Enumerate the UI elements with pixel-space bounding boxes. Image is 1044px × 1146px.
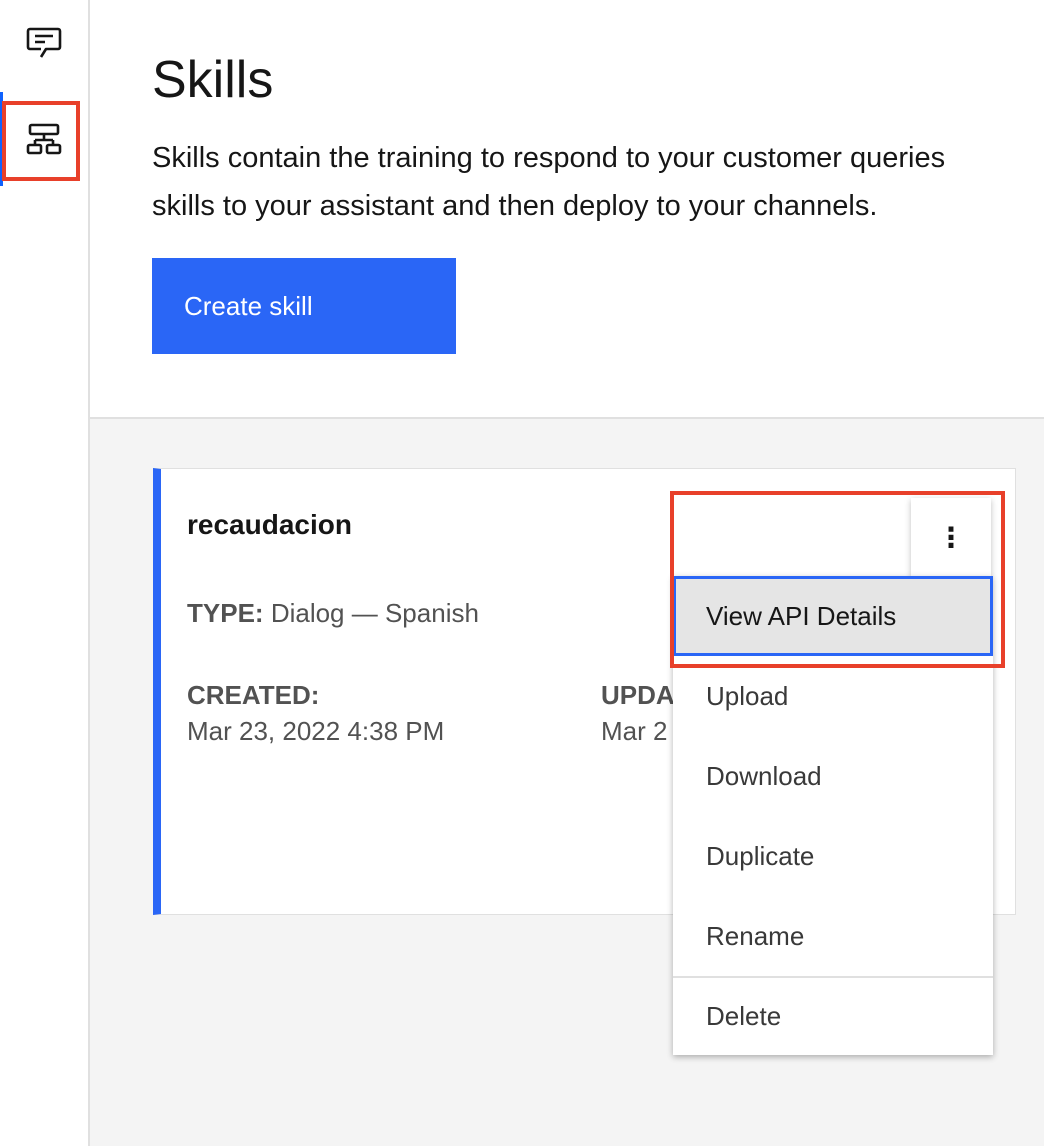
- page-title: Skills: [152, 51, 274, 109]
- sidebar-item-skills[interactable]: [0, 100, 88, 180]
- created-value: Mar 23, 2022 4:38 PM: [187, 716, 445, 746]
- created-label: CREATED:: [187, 680, 320, 710]
- updated-info: UPDA Mar 2: [601, 677, 675, 749]
- overflow-menu: View API Details Upload Download Duplica…: [673, 576, 993, 1055]
- sidebar-item-assistants[interactable]: [0, 4, 88, 84]
- sidebar: [0, 0, 90, 1146]
- menu-item-view-api-details[interactable]: View API Details: [673, 576, 993, 656]
- menu-item-download[interactable]: Download: [673, 736, 993, 816]
- updated-label: UPDA: [601, 680, 675, 710]
- chat-icon: [26, 27, 62, 58]
- type-label: TYPE:: [187, 598, 264, 628]
- menu-item-duplicate[interactable]: Duplicate: [673, 816, 993, 896]
- description-line: Skills contain the training to respond t…: [152, 142, 946, 174]
- skill-name: recaudacion: [187, 509, 352, 540]
- menu-item-rename[interactable]: Rename: [673, 896, 993, 976]
- overflow-menu-button[interactable]: ⋮: [911, 498, 991, 576]
- menu-item-upload[interactable]: Upload: [673, 656, 993, 736]
- skills-tree-icon: [26, 123, 62, 155]
- type-value: Dialog — Spanish: [270, 598, 479, 628]
- created-info: CREATED: Mar 23, 2022 4:38 PM: [187, 677, 444, 749]
- page-description: Skills contain the training to respond t…: [152, 134, 1044, 230]
- page-header: Skills Skills contain the training to re…: [90, 0, 1044, 419]
- description-line: skills to your assistant and then deploy…: [152, 190, 878, 222]
- more-vertical-icon: ⋮: [937, 520, 965, 554]
- menu-item-delete[interactable]: Delete: [673, 976, 993, 1055]
- create-skill-button[interactable]: Create skill: [152, 258, 456, 354]
- updated-value: Mar 2: [601, 716, 668, 746]
- skill-type: TYPE: Dialog — Spanish: [187, 595, 479, 631]
